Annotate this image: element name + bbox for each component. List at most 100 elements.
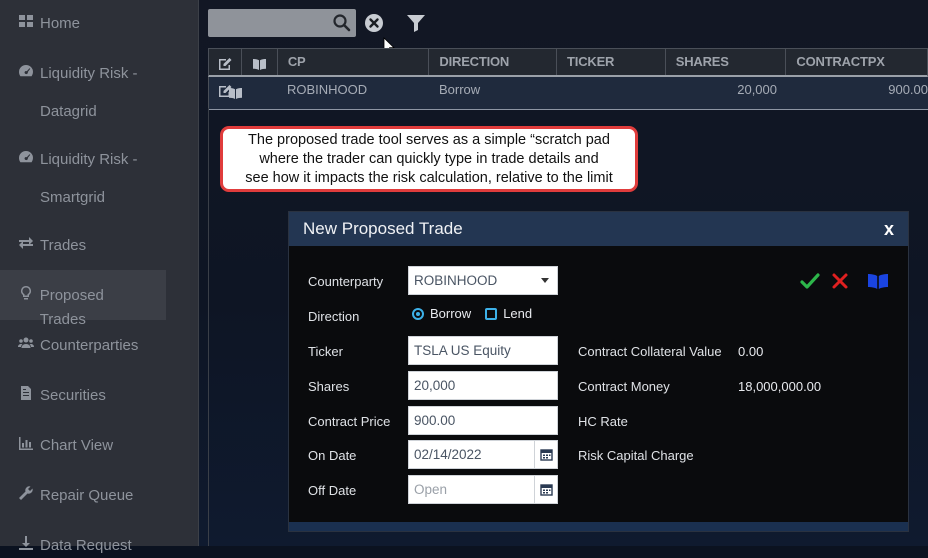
- off-date-label: Off Date: [308, 483, 357, 498]
- sidebar-item-liquidity-risk-smartgrid[interactable]: Liquidity Risk - Smartgrid: [0, 148, 198, 217]
- search-input[interactable]: [208, 9, 356, 37]
- counterparty-select[interactable]: ROBINHOOD: [408, 266, 558, 295]
- sidebar-item-label: Trades: [40, 237, 87, 254]
- file-icon: [18, 385, 36, 401]
- search-icon[interactable]: [332, 13, 352, 33]
- column-header-contractpx[interactable]: CONTRACTPX: [786, 49, 927, 75]
- column-header-shares[interactable]: SHARES: [666, 49, 787, 75]
- contract-money-value: 18,000,000.00: [738, 379, 822, 394]
- direction-label: Direction: [308, 309, 360, 324]
- wrench-icon: [18, 485, 36, 501]
- gauge-icon: [18, 149, 36, 165]
- chart-icon: [18, 435, 36, 451]
- grid-header-edit[interactable]: [209, 49, 242, 75]
- book-icon[interactable]: [867, 271, 889, 291]
- sidebar-item-label: Home: [40, 15, 81, 32]
- new-proposed-trade-dialog: New Proposed Trade x Counterparty Direct…: [288, 211, 909, 532]
- on-date-input[interactable]: 02/14/2022: [408, 440, 558, 469]
- sidebar-item-trades[interactable]: Trades: [0, 234, 198, 258]
- download-icon: [18, 535, 36, 551]
- risk-capital-charge-label: Risk Capital Charge: [578, 448, 694, 463]
- direction-borrow-radio[interactable]: Borrow: [412, 306, 471, 321]
- edit-icon: [219, 58, 232, 70]
- direction-lend-radio[interactable]: Lend: [485, 306, 532, 321]
- sidebar-item-label: Liquidity Risk - Datagrid: [40, 65, 138, 120]
- contract-price-label: Contract Price: [308, 414, 391, 429]
- ticker-value: TSLA US Equity: [414, 343, 511, 358]
- sidebar-item-liquidity-risk-datagrid[interactable]: Liquidity Risk - Datagrid: [0, 62, 198, 131]
- on-date-calendar-button[interactable]: [534, 441, 557, 468]
- off-date-input[interactable]: Open: [408, 475, 558, 504]
- off-date-calendar-button[interactable]: [534, 476, 557, 503]
- radio-checked-icon: [412, 307, 424, 320]
- cancel-x-icon[interactable]: [831, 271, 849, 291]
- users-icon: [18, 335, 36, 351]
- callout-line: see how it impacts the risk calculation,…: [245, 170, 613, 186]
- chevron-down-icon: [541, 278, 549, 283]
- calendar-icon: [539, 484, 553, 496]
- gauge-icon: [18, 63, 36, 79]
- sidebar-item-counterparties[interactable]: Counterparties: [0, 334, 198, 358]
- ticker-input[interactable]: TSLA US Equity: [408, 336, 558, 365]
- dialog-header: New Proposed Trade x: [289, 212, 908, 246]
- contract-collateral-label: Contract Collateral Value: [578, 344, 722, 359]
- close-button[interactable]: x: [884, 219, 894, 240]
- grid-border: [208, 108, 209, 546]
- sidebar-item-label: Counterparties: [40, 337, 139, 354]
- contract-price-input[interactable]: 900.00: [408, 406, 558, 435]
- cell-direction: Borrow: [439, 82, 481, 97]
- dialog-footer: [289, 522, 908, 531]
- shares-input[interactable]: 20,000: [408, 371, 558, 400]
- clear-search-icon[interactable]: [364, 13, 384, 33]
- contract-money-label: Contract Money: [578, 379, 670, 394]
- cell-ticker: [557, 77, 666, 109]
- sidebar-item-label: Liquidity Risk - Smartgrid: [40, 151, 138, 206]
- sidebar-item-proposed-trades[interactable]: Proposed Trades: [0, 270, 166, 328]
- filter-icon[interactable]: [405, 12, 427, 34]
- counterparty-label: Counterparty: [308, 274, 384, 289]
- contract-price-value: 900.00: [414, 413, 456, 428]
- table-row[interactable]: ROBINHOOD Borrow 20,000 900.00: [208, 77, 928, 110]
- sidebar-item-chart-view[interactable]: Chart View: [0, 434, 198, 458]
- hc-rate-label: HC Rate: [578, 414, 628, 429]
- lightbulb-icon: [18, 285, 36, 301]
- contract-collateral-value: 0.00: [738, 344, 764, 359]
- trades-grid: CP DIRECTION TICKER SHARES CONTRACTPX RO…: [208, 48, 928, 110]
- shares-value: 20,000: [414, 378, 456, 393]
- sidebar-item-home[interactable]: Home: [0, 12, 198, 36]
- on-date-label: On Date: [308, 448, 357, 463]
- column-header-ticker[interactable]: TICKER: [557, 49, 666, 75]
- direction-option-label: Lend: [503, 306, 533, 321]
- callout-line: The proposed trade tool serves as a simp…: [248, 132, 610, 148]
- on-date-value: 02/14/2022: [414, 447, 482, 462]
- sidebar-item-data-request[interactable]: Data Request: [0, 534, 198, 558]
- cell-contractpx: 900.00: [888, 82, 928, 97]
- direction-radio-group: Borrow Lend: [412, 306, 546, 321]
- callout-line: where the trader can quickly type in tra…: [259, 151, 599, 167]
- confirm-check-icon[interactable]: [800, 271, 820, 291]
- direction-option-label: Borrow: [430, 306, 472, 321]
- sidebar-item-label: Securities: [40, 387, 106, 404]
- sidebar: Home Liquidity Risk - Datagrid Liquidity…: [0, 0, 199, 554]
- shares-label: Shares: [308, 379, 350, 394]
- sidebar-item-label: Chart View: [40, 437, 114, 454]
- column-header-direction[interactable]: DIRECTION: [429, 49, 558, 75]
- sidebar-item-label: Proposed Trades: [39, 287, 104, 328]
- counterparty-selected-value: ROBINHOOD: [414, 273, 498, 288]
- sidebar-item-label: Repair Queue: [40, 487, 134, 504]
- book-icon: [229, 88, 242, 99]
- row-book-button[interactable]: [228, 77, 278, 109]
- sidebar-item-securities[interactable]: Securities: [0, 384, 198, 408]
- column-header-cp[interactable]: CP: [278, 49, 430, 75]
- off-date-placeholder: Open: [414, 482, 448, 497]
- sidebar-item-label: Data Request: [40, 537, 132, 554]
- dialog-title: New Proposed Trade: [303, 219, 463, 238]
- exchange-icon: [18, 235, 36, 251]
- annotation-callout: The proposed trade tool serves as a simp…: [220, 126, 638, 192]
- radio-unchecked-icon: [485, 307, 498, 320]
- grid-header-book[interactable]: [242, 49, 278, 75]
- sidebar-item-repair-queue[interactable]: Repair Queue: [0, 484, 198, 508]
- grid-icon: [18, 13, 36, 29]
- book-icon: [252, 59, 266, 70]
- calendar-icon: [539, 449, 553, 461]
